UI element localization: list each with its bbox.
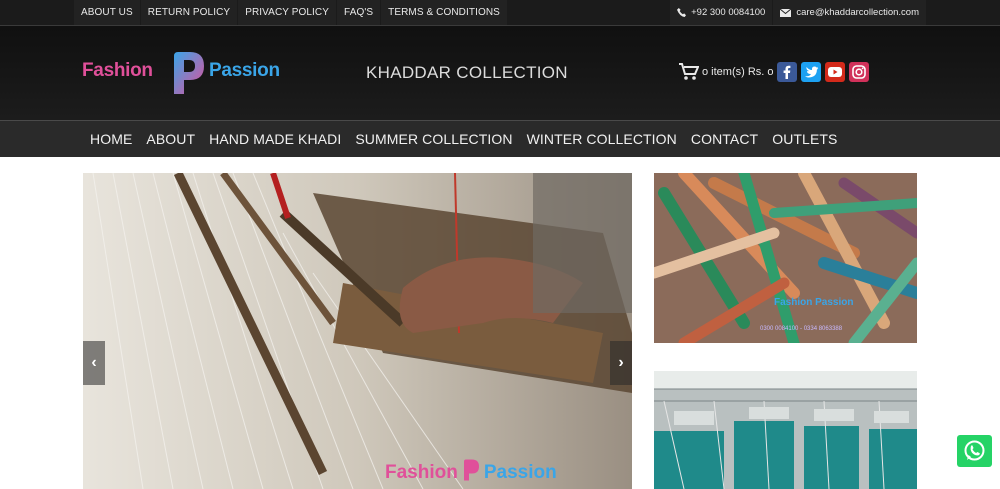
slider-watermark-fashion: Fashion	[385, 462, 458, 483]
top-link-privacy-policy[interactable]: PRIVACY POLICY	[238, 0, 338, 25]
slider-prev-button[interactable]: ‹	[83, 341, 105, 385]
nav-item-summer-collection[interactable]: SUMMER COLLECTION	[348, 121, 519, 157]
site-logo[interactable]: Fashion Passion	[82, 50, 294, 96]
nav-item-contact[interactable]: CONTACT	[684, 121, 765, 157]
top-links: ABOUT US RETURN POLICY PRIVACY POLICY FA…	[74, 0, 508, 25]
site-header: Fashion Passion KHADDAR COLLECTION o ite…	[0, 26, 1000, 120]
side-banner-threads[interactable]: Fashion Passion 0300 0084100 - 0334 8063…	[654, 173, 917, 343]
slider-logo-p-icon	[463, 459, 479, 481]
envelope-icon	[780, 8, 792, 17]
email-contact[interactable]: care@khaddarcollection.com	[772, 0, 926, 25]
slider-next-button[interactable]: ›	[610, 341, 632, 385]
phone-number: +92 300 0084100	[691, 7, 766, 18]
top-link-faqs[interactable]: FAQ'S	[337, 0, 382, 25]
nav-item-outlets[interactable]: OUTLETS	[765, 121, 844, 157]
social-links	[777, 62, 873, 82]
factory-looms-image	[654, 371, 917, 489]
top-link-about-us[interactable]: ABOUT US	[74, 0, 141, 25]
nav-item-home[interactable]: HOME	[83, 121, 139, 157]
email-address: care@khaddarcollection.com	[796, 7, 919, 18]
slider-watermark-passion: Passion	[483, 462, 557, 483]
nav-item-about[interactable]: ABOUT	[139, 121, 202, 157]
logo-p-icon	[174, 52, 204, 94]
cart-text: o item(s) Rs. o	[702, 66, 774, 78]
cart-summary[interactable]: o item(s) Rs. o	[679, 63, 774, 81]
main-nav: HOME ABOUT HAND MADE KHADI SUMMER COLLEC…	[0, 120, 1000, 157]
twitter-icon[interactable]	[801, 62, 821, 82]
logo-text-fashion: Fashion	[82, 60, 153, 81]
slider-watermark: Fashion Passion	[385, 456, 557, 484]
site-title: KHADDAR COLLECTION	[366, 63, 568, 82]
nav-list: HOME ABOUT HAND MADE KHADI SUMMER COLLEC…	[83, 121, 844, 157]
top-link-return-policy[interactable]: RETURN POLICY	[140, 0, 239, 25]
instagram-icon[interactable]	[849, 62, 869, 82]
side-banner-phones: 0300 0084100 - 0334 8063388	[760, 326, 843, 332]
facebook-icon[interactable]	[777, 62, 797, 82]
whatsapp-button[interactable]	[957, 435, 992, 467]
side-banner-watermark: Fashion Passion	[774, 297, 854, 308]
hero-slider[interactable]: Fashion Passion ‹ ›	[83, 173, 632, 489]
logo-text-passion: Passion	[209, 60, 280, 81]
nav-item-hand-made-khadi[interactable]: HAND MADE KHADI	[202, 121, 348, 157]
whatsapp-icon	[964, 440, 985, 461]
top-bar: ABOUT US RETURN POLICY PRIVACY POLICY FA…	[0, 0, 1000, 26]
nav-item-winter-collection[interactable]: WINTER COLLECTION	[520, 121, 684, 157]
side-banner-factory[interactable]	[654, 371, 917, 489]
top-link-terms[interactable]: TERMS & CONDITIONS	[381, 0, 508, 25]
top-contact: +92 300 0084100 care@khaddarcollection.c…	[669, 0, 926, 25]
youtube-icon[interactable]	[825, 62, 845, 82]
shopping-cart-icon	[679, 63, 699, 80]
phone-icon	[677, 8, 687, 17]
loom-weaving-image	[83, 173, 632, 489]
thread-spools-image	[654, 173, 917, 343]
phone-contact[interactable]: +92 300 0084100	[669, 0, 773, 25]
